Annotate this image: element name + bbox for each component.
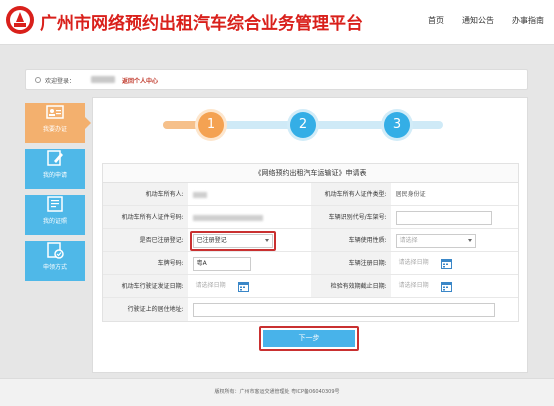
nav-guide[interactable]: 办事指南 — [512, 15, 544, 26]
clock-icon — [35, 77, 41, 83]
inspection-cell: 请选择日期 — [391, 275, 518, 297]
license-date-placeholder: 请选择日期 — [195, 282, 226, 289]
owner-redacted — [192, 191, 207, 198]
form-row: 机动车行驶证发证日期: 请选择日期 检验有效期截止日期: 请选择日期 — [103, 275, 518, 298]
usage-label: 车辆使用性质: — [311, 229, 391, 251]
welcome-text: 欢迎登录： — [45, 78, 76, 85]
owner-id-type-label: 机动车所有人证件类型: — [311, 183, 391, 205]
owner-id-type-value: 居民身份证 — [395, 191, 426, 198]
id-card-icon — [46, 105, 64, 119]
welcome-bar: 欢迎登录： 返回个人中心 — [25, 69, 528, 90]
form-title: 《网络预约出租汽车运输证》申请表 — [103, 164, 518, 183]
usage-placeholder: 请选择 — [399, 237, 418, 244]
form-row: 机动车所有人: 机动车所有人证件类型: 居民身份证 — [103, 183, 518, 206]
license-date-label: 机动车行驶证发证日期: — [103, 275, 188, 297]
inspection-placeholder: 请选择日期 — [398, 282, 429, 289]
sidebar-item-label: 申领方式 — [42, 264, 67, 271]
usage-select[interactable]: 请选择 — [395, 234, 476, 248]
reg-date-input[interactable]: 请选择日期 — [395, 257, 438, 271]
owner-id-no-value — [188, 206, 311, 228]
plate-input[interactable]: 粤A — [192, 257, 251, 271]
sidebar-item-apply[interactable]: 我要办证 — [25, 103, 91, 143]
form-row: 车牌号码: 粤A 车辆注册日期: 请选择日期 — [103, 252, 518, 275]
vin-label: 车辆识别代号/车架号: — [311, 206, 391, 228]
owner-id-no-label: 机动车所有人证件号码: — [103, 206, 188, 228]
form-row: 是否已注册登记: 已注册登记 车辆使用性质: 请选择 — [103, 229, 518, 252]
inspection-input[interactable]: 请选择日期 — [395, 280, 438, 294]
step-1: 1 — [198, 112, 224, 138]
address-label: 行驶证上的居住地址: — [103, 298, 188, 321]
calendar-icon[interactable] — [440, 258, 452, 269]
registered-label: 是否已注册登记: — [103, 229, 188, 251]
vin-input[interactable] — [395, 211, 492, 225]
sidebar-item-label: 我的申请 — [42, 172, 67, 179]
top-nav: 首页 通知公告 办事指南 — [428, 15, 544, 26]
footer: 版权所有：广州市客运交通管理处 粤ICP备06040309号 — [0, 378, 554, 406]
form-check-icon — [47, 242, 64, 259]
plate-cell: 粤A — [188, 252, 311, 274]
highlight-box — [189, 231, 276, 251]
inspection-label: 检验有效期截止日期: — [311, 275, 391, 297]
owner-label: 机动车所有人: — [103, 183, 188, 205]
form-row: 机动车所有人证件号码: 车辆识别代号/车架号: — [103, 206, 518, 229]
step-3: 3 — [384, 112, 410, 138]
personal-center-link[interactable]: 返回个人中心 — [122, 76, 158, 85]
registered-cell: 已注册登记 — [188, 229, 311, 251]
main-panel: 1 2 3 《网络预约出租汽车运输证》申请表 机动车所有人: 机动车所有人证件类… — [92, 97, 528, 373]
vin-cell — [391, 206, 518, 228]
application-form: 《网络预约出租汽车运输证》申请表 机动车所有人: 机动车所有人证件类型: 居民身… — [102, 163, 519, 322]
address-cell — [188, 298, 518, 321]
site-title: 广州市网络预约出租汽车综合业务管理平台 — [40, 14, 363, 34]
reg-date-placeholder: 请选择日期 — [398, 259, 429, 266]
form-row: 行驶证上的居住地址: — [103, 298, 518, 321]
step-progress: 1 2 3 — [163, 112, 443, 138]
sidebar-item-label: 我的证照 — [42, 218, 67, 225]
chevron-down-icon — [467, 239, 472, 242]
nav-notices[interactable]: 通知公告 — [462, 15, 494, 26]
reg-date-cell: 请选择日期 — [391, 252, 518, 274]
sidebar-item-my-applications[interactable]: 我的申请 — [25, 149, 85, 189]
id-no-redacted — [192, 214, 263, 221]
nav-home[interactable]: 首页 — [428, 15, 444, 26]
sidebar-item-my-licenses[interactable]: 我的证照 — [25, 195, 85, 235]
license-date-input[interactable]: 请选择日期 — [192, 280, 235, 294]
address-input[interactable] — [192, 303, 495, 317]
plate-label: 车牌号码: — [103, 252, 188, 274]
edit-document-icon — [47, 150, 63, 166]
license-date-cell: 请选择日期 — [188, 275, 311, 297]
next-step-button[interactable]: 下一步 — [263, 330, 355, 347]
certificate-icon — [47, 196, 63, 212]
calendar-icon[interactable] — [440, 281, 452, 292]
site-header: 广州市网络预约出租汽车综合业务管理平台 首页 通知公告 办事指南 — [0, 0, 554, 45]
reg-date-label: 车辆注册日期: — [311, 252, 391, 274]
usage-cell: 请选择 — [391, 229, 518, 251]
step-2: 2 — [290, 112, 316, 138]
sidebar: 我要办证 我的申请 我的证照 申领方式 — [25, 97, 91, 286]
plate-value: 粤A — [196, 260, 207, 267]
sidebar-item-claim-method[interactable]: 申领方式 — [25, 241, 85, 281]
sidebar-item-label: 我要办证 — [42, 126, 67, 133]
city-emblem-icon — [6, 6, 34, 34]
username-redacted — [91, 76, 115, 83]
owner-value — [188, 183, 311, 205]
calendar-icon[interactable] — [237, 281, 249, 292]
